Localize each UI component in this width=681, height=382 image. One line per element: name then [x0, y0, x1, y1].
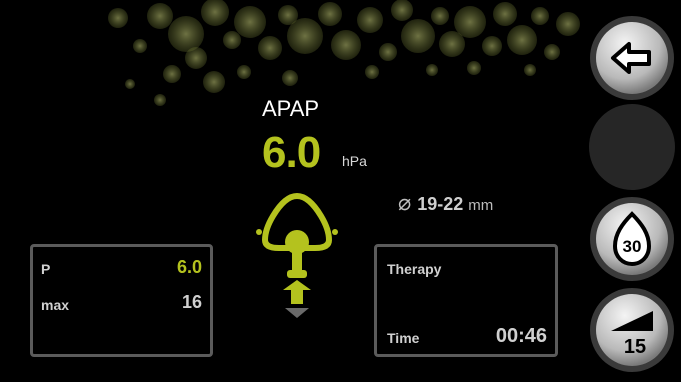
diameter-icon: ⌀ — [398, 190, 412, 215]
time-label: Time — [387, 330, 420, 346]
pressure-value: 6.0 — [262, 128, 321, 177]
mask-size-value: 19-22 — [417, 194, 464, 214]
time-value: 00:46 — [495, 325, 547, 347]
back-button[interactable] — [589, 15, 675, 101]
mode-title: APAP — [262, 96, 320, 121]
airflow-up-arrow-icon — [283, 280, 311, 304]
mask-size: ⌀ 19-22 mm — [398, 190, 493, 216]
ramp-start-button[interactable]: 15 — [589, 287, 675, 373]
airflow-down-arrow-icon — [285, 308, 309, 318]
therapy-panel: Therapy Time 00:46 — [374, 244, 558, 357]
ramp-start-value: 15 — [624, 336, 646, 358]
p-label: P — [41, 261, 51, 277]
empty-button-slot — [589, 104, 675, 190]
mask-icon — [256, 192, 338, 318]
therapy-screen: APAP 6.0 hPa ⌀ 19-22 mm P 6.0 max 16 The… — [0, 0, 681, 382]
max-label: max — [41, 297, 70, 313]
max-value: 16 — [181, 292, 202, 312]
pressure-unit: hPa — [342, 153, 367, 169]
p-value: 6.0 — [176, 257, 202, 277]
ramp-time-value: 30 — [623, 237, 642, 256]
therapy-label: Therapy — [387, 261, 442, 277]
mask-size-unit: mm — [468, 197, 494, 214]
pressure-panel: P 6.0 max 16 — [30, 244, 213, 357]
ramp-time-button[interactable]: 30 — [589, 196, 675, 282]
